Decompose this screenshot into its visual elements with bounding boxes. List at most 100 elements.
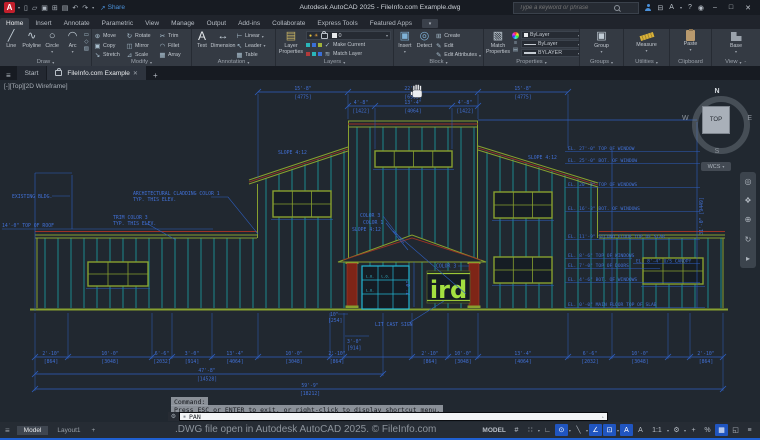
panel-utilities-label[interactable]: Utilities ▾ <box>624 58 669 66</box>
linetype-icon[interactable]: ≡ <box>514 40 517 46</box>
panel-properties-label[interactable]: Properties ▾ <box>484 58 579 66</box>
annotation-scale-icon[interactable]: 1:1 <box>648 424 666 436</box>
undo-icon[interactable]: ↶ <box>72 4 78 12</box>
leader-tool[interactable]: ↖ Leader ▾ <box>236 42 266 50</box>
sign-in-icon[interactable] <box>645 4 652 11</box>
circle-tool[interactable]: ○ Circle ▾ <box>43 30 61 58</box>
text-tool[interactable]: A Text <box>194 30 210 58</box>
tab-start[interactable]: Start <box>16 66 47 80</box>
match-layer-tool[interactable]: ≋ Match Layer <box>306 50 391 58</box>
lineweight-dropdown[interactable]: BYLAYER ▾ <box>521 49 579 57</box>
autoscale-icon[interactable]: A <box>634 424 647 436</box>
copy-tool[interactable]: ▣ Copy <box>94 42 126 50</box>
compass-west[interactable]: W <box>682 115 689 122</box>
ellipse-icon[interactable]: ◇ <box>84 39 88 45</box>
minimize-button[interactable]: – <box>710 4 720 11</box>
panel-groups-label[interactable]: Groups ▾ <box>580 58 623 66</box>
command-input[interactable]: ▪ PAN ▴ <box>179 412 608 421</box>
tab-annotate[interactable]: Annotate <box>58 18 96 29</box>
ribbon-display-toggle[interactable]: ▾ <box>422 19 438 28</box>
line-tool[interactable]: ╱ Line <box>2 30 20 58</box>
panel-modify-label[interactable]: Modify ▾ <box>92 58 191 66</box>
lineweight-icon[interactable]: ▤ <box>513 47 518 53</box>
qat-caret-icon[interactable]: ▾ <box>92 5 94 10</box>
search-input[interactable] <box>517 3 612 12</box>
account-caret-icon[interactable]: ▾ <box>680 5 682 10</box>
osnap-caret-icon[interactable]: ▾ <box>617 428 619 433</box>
insert-tool[interactable]: ▣ Insert ▾ <box>396 30 414 58</box>
detect-tool[interactable]: ◎ Detect <box>416 30 434 58</box>
workspace-caret-icon[interactable]: ▾ <box>684 428 686 433</box>
edit-attributes-tool[interactable]: ✎ Edit Attributes ▾ <box>435 51 481 58</box>
viewcube-top-face[interactable]: TOP <box>702 106 730 134</box>
help-icon[interactable]: ? <box>688 4 692 11</box>
base-view-tool[interactable]: Base ▾ <box>726 30 746 58</box>
compass-north[interactable]: N <box>684 88 750 95</box>
open-icon[interactable]: ▱ <box>32 4 37 12</box>
edit-block-tool[interactable]: ✎ Edit <box>435 42 481 50</box>
pan-icon[interactable]: ❖ <box>744 196 751 205</box>
share-button[interactable]: ↗ Share <box>100 4 125 12</box>
dimension-tool[interactable]: ↔ Dimension <box>210 30 235 58</box>
fillet-tool[interactable]: ◠ Fillet <box>159 42 188 50</box>
file-tab-menu-icon[interactable]: ≡ <box>0 71 17 80</box>
search-icon[interactable] <box>614 4 621 11</box>
tab-collaborate[interactable]: Collaborate <box>266 18 311 29</box>
create-block-tool[interactable]: ⊞ Create <box>435 32 481 40</box>
navigation-wheel-icon[interactable]: ◎ <box>745 177 752 186</box>
annotation-monitor-icon[interactable]: + <box>687 424 700 436</box>
saveas-icon[interactable]: ⊞ <box>52 4 58 12</box>
hatch-icon[interactable]: ▨ <box>84 46 89 52</box>
command-line[interactable]: ⚙ ▪ PAN ▴ <box>168 412 608 421</box>
paste-tool[interactable]: Paste ▾ <box>681 29 701 58</box>
autocad-logo-icon[interactable]: A <box>4 2 15 13</box>
redo-icon[interactable]: ↷ <box>82 4 88 12</box>
rotate-tool[interactable]: ↻ Rotate <box>126 32 159 40</box>
clean-screen-icon[interactable]: ◱ <box>729 424 742 436</box>
tab-fileinfo-example[interactable]: FileInfo.com Example ✕ <box>47 66 146 80</box>
group-tool[interactable]: ▣ Group ▾ <box>592 30 612 58</box>
command-customize-icon[interactable]: ⚙ <box>168 412 179 421</box>
array-tool[interactable]: ▦ Array <box>159 51 188 58</box>
tab-manage[interactable]: Manage <box>165 18 201 29</box>
annotation-visibility-icon[interactable]: A <box>619 424 633 436</box>
rectangle-icon[interactable]: ▭ <box>84 32 89 38</box>
panel-annotation-label[interactable]: Annotation ▾ <box>192 58 275 66</box>
close-button[interactable]: ✕ <box>742 4 754 12</box>
file-tab-close-icon[interactable]: ✕ <box>133 70 138 77</box>
tab-addins[interactable]: Add-ins <box>232 18 266 29</box>
new-icon[interactable]: ▯ <box>24 4 28 12</box>
tab-parametric[interactable]: Parametric <box>96 18 139 29</box>
app-menu-caret-icon[interactable]: ▾ <box>18 5 20 10</box>
scale-caret-icon[interactable]: ▾ <box>667 428 669 433</box>
trim-tool[interactable]: ✂ Trim <box>159 32 188 40</box>
autodesk-account-icon[interactable]: A <box>669 4 674 11</box>
command-expand-icon[interactable]: ▴ <box>602 414 604 419</box>
tab-model[interactable]: Model <box>16 425 49 435</box>
make-current-tool[interactable]: ✓ Make Current <box>306 41 391 49</box>
search-box[interactable] <box>513 1 640 14</box>
selection-cycling-icon[interactable]: % <box>701 424 714 436</box>
tab-featured-apps[interactable]: Featured Apps <box>364 18 418 29</box>
tab-layout1[interactable]: Layout1 <box>50 426 87 435</box>
color-wheel-icon[interactable] <box>512 32 519 39</box>
tab-express-tools[interactable]: Express Tools <box>311 18 363 29</box>
linear-tool[interactable]: ⊢ Linear ▾ <box>236 32 266 40</box>
customization-icon[interactable]: ≡ <box>743 424 756 436</box>
maximize-button[interactable]: □ <box>726 4 736 11</box>
scale-tool[interactable]: ⊿ Scale <box>126 51 159 58</box>
measure-tool[interactable]: Measure ▾ <box>636 30 657 58</box>
orbit-icon[interactable]: ↻ <box>745 235 752 244</box>
show-motion-icon[interactable]: ▸ <box>746 254 750 263</box>
model-space-drawing[interactable]: L.O. L.O. L.O. ird EXISTING BLDG. 14'-0"… <box>0 80 760 422</box>
tab-insert[interactable]: Insert <box>29 18 57 29</box>
match-properties-tool[interactable]: ▧ Match Properties <box>486 30 510 58</box>
app-store-icon[interactable]: ⊟ <box>657 4 663 12</box>
arc-tool[interactable]: ◠ Arc ▾ <box>63 30 81 58</box>
graphics-performance-icon[interactable]: ▦ <box>715 424 728 436</box>
compass-east[interactable]: E <box>747 115 752 122</box>
move-tool[interactable]: ⊕ Move <box>94 32 126 40</box>
object-color-dropdown[interactable]: ByLayer ▾ <box>521 31 579 39</box>
panel-layers-label[interactable]: Layers ▾ <box>276 58 393 66</box>
workspace-icon[interactable]: ⚙ <box>670 424 683 436</box>
